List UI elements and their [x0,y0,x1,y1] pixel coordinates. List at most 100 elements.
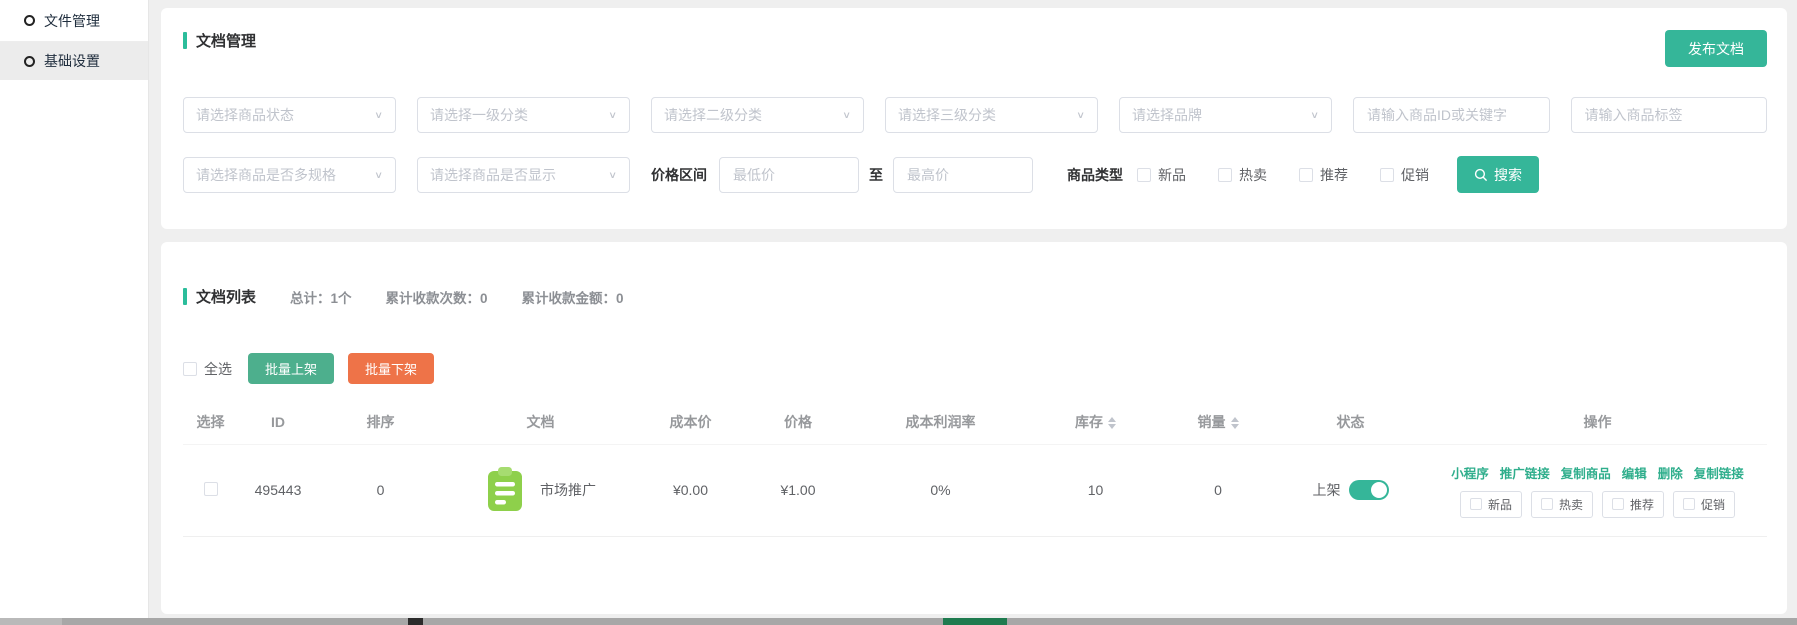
chevron-down-icon: ∨ [374,109,383,120]
chevron-down-icon: ∨ [608,169,617,180]
sidebar-item-file-management[interactable]: 文件管理 [0,0,148,42]
chevron-down-icon: ∨ [1076,109,1085,120]
input-min-price[interactable] [719,157,859,193]
th-price: 价格 [743,400,853,444]
filter-row-1: 请选择商品状态 ∨ 请选择一级分类 ∨ 请选择二级分类 ∨ 请选择三级分类 ∨ … [183,97,1767,133]
select-category-level2[interactable]: 请选择二级分类 ∨ [651,97,864,133]
op-copy-product-link[interactable]: 复制商品 [1561,463,1611,482]
op-copy-url-link[interactable]: 复制链接 [1694,463,1744,482]
checkbox-icon [204,482,218,496]
select-brand[interactable]: 请选择品牌 ∨ [1119,97,1332,133]
select-category-level1[interactable]: 请选择一级分类 ∨ [417,97,630,133]
chevron-down-icon: ∨ [608,109,617,120]
checkbox-icon [1137,168,1151,182]
chevron-down-icon: ∨ [374,169,383,180]
batch-on-shelf-button[interactable]: 批量上架 [248,353,334,384]
op-delete-link[interactable]: 删除 [1658,463,1683,482]
circle-icon [24,56,35,67]
scrollbar-segment [943,618,1007,625]
op-edit-link[interactable]: 编辑 [1622,463,1647,482]
tag-checkbox-promotion[interactable]: 促销 [1673,491,1735,518]
filter-panel: 文档管理 发布文档 请选择商品状态 ∨ 请选择一级分类 ∨ 请选择二级分类 ∨ … [161,8,1787,229]
payment-amount-stat: 累计收款金额：0 [522,287,624,307]
sidebar-item-label: 文件管理 [44,11,100,31]
checkbox-icon [1683,498,1695,510]
input-product-tag[interactable] [1571,97,1768,133]
horizontal-scrollbar[interactable] [0,618,1797,625]
th-id: ID [238,400,318,444]
list-title: 文档列表 [183,286,256,307]
sidebar: 文件管理 基础设置 [0,0,149,618]
sort-carets-icon[interactable] [1231,417,1239,429]
scrollbar-segment [0,618,62,625]
payment-count-stat: 累计收款次数：0 [386,287,488,307]
document-list-panel: 文档列表 总计：1个 累计收款次数：0 累计收款金额：0 全选 批量上架 批量下… [161,242,1787,614]
th-select: 选择 [183,400,238,444]
select-product-status[interactable]: 请选择商品状态 ∨ [183,97,396,133]
cell-sort: 0 [318,444,443,536]
cell-stock: 10 [1028,444,1163,536]
title-accent-bar [183,288,187,305]
tag-checkbox-new[interactable]: 新品 [1460,491,1522,518]
input-product-id-keyword[interactable] [1353,97,1550,133]
document-icon [485,467,525,513]
sidebar-item-label: 基础设置 [44,51,100,71]
checkbox-icon [1299,168,1313,182]
op-mini-program-link[interactable]: 小程序 [1451,463,1489,482]
search-button[interactable]: 搜索 [1457,156,1539,193]
checkbox-icon [1218,168,1232,182]
circle-icon [24,15,35,26]
checkbox-icon [1612,498,1624,510]
cell-cost-price: ¥0.00 [638,444,743,536]
th-cost-price: 成本价 [638,400,743,444]
filter-row-2: 请选择商品是否多规格 ∨ 请选择商品是否显示 ∨ 价格区间 至 商品类型 新品 … [183,156,1767,193]
select-visible[interactable]: 请选择商品是否显示 ∨ [417,157,630,193]
tag-checkbox-hot[interactable]: 热卖 [1531,491,1593,518]
select-category-level3[interactable]: 请选择三级分类 ∨ [885,97,1098,133]
to-label: 至 [869,165,883,185]
checkbox-type-hot[interactable]: 热卖 [1218,165,1267,185]
checkbox-type-new[interactable]: 新品 [1137,165,1186,185]
product-type-label: 商品类型 [1067,165,1123,185]
th-status: 状态 [1273,400,1428,444]
checkbox-type-recommend[interactable]: 推荐 [1299,165,1348,185]
checkbox-icon [1380,168,1394,182]
title-accent-bar [183,32,187,49]
toggle-knob-icon [1371,482,1387,498]
tag-checkbox-row: 新品 热卖 推荐 促销 [1428,491,1767,518]
price-range-label: 价格区间 [651,165,707,185]
checkbox-icon [183,362,197,376]
sidebar-item-basic-settings[interactable]: 基础设置 [0,42,148,80]
select-multi-spec[interactable]: 请选择商品是否多规格 ∨ [183,157,396,193]
cell-sales: 0 [1163,444,1273,536]
op-promotion-link[interactable]: 推广链接 [1500,463,1550,482]
input-max-price[interactable] [893,157,1033,193]
chevron-down-icon: ∨ [1310,109,1319,120]
table-row: 495443 0 市场推广 [183,444,1767,536]
table-header-row: 选择 ID 排序 文档 成本价 价格 成本利润率 库存 销量 状态 操作 [183,400,1767,444]
status-toggle[interactable] [1349,480,1389,500]
th-operations: 操作 [1428,400,1767,444]
th-document: 文档 [443,400,638,444]
th-sales[interactable]: 销量 [1163,400,1273,444]
page-title: 文档管理 [183,30,256,51]
tag-checkbox-recommend[interactable]: 推荐 [1602,491,1664,518]
chevron-down-icon: ∨ [842,109,851,120]
row-checkbox[interactable] [204,482,218,496]
th-stock[interactable]: 库存 [1028,400,1163,444]
cell-cost-profit-rate: 0% [853,444,1028,536]
cell-id: 495443 [238,444,318,536]
search-icon [1474,168,1488,182]
th-cost-profit-rate: 成本利润率 [853,400,1028,444]
publish-document-button[interactable]: 发布文档 [1665,30,1767,67]
cell-price: ¥1.00 [743,444,853,536]
checkbox-icon [1541,498,1553,510]
checkbox-type-promotion[interactable]: 促销 [1380,165,1429,185]
batch-actions-row: 全选 批量上架 批量下架 [183,353,1767,384]
select-all-checkbox[interactable]: 全选 [183,359,232,379]
status-label: 上架 [1313,480,1341,500]
sort-carets-icon[interactable] [1108,417,1116,429]
th-sort: 排序 [318,400,443,444]
scrollbar-segment [408,618,423,625]
batch-off-shelf-button[interactable]: 批量下架 [348,353,434,384]
